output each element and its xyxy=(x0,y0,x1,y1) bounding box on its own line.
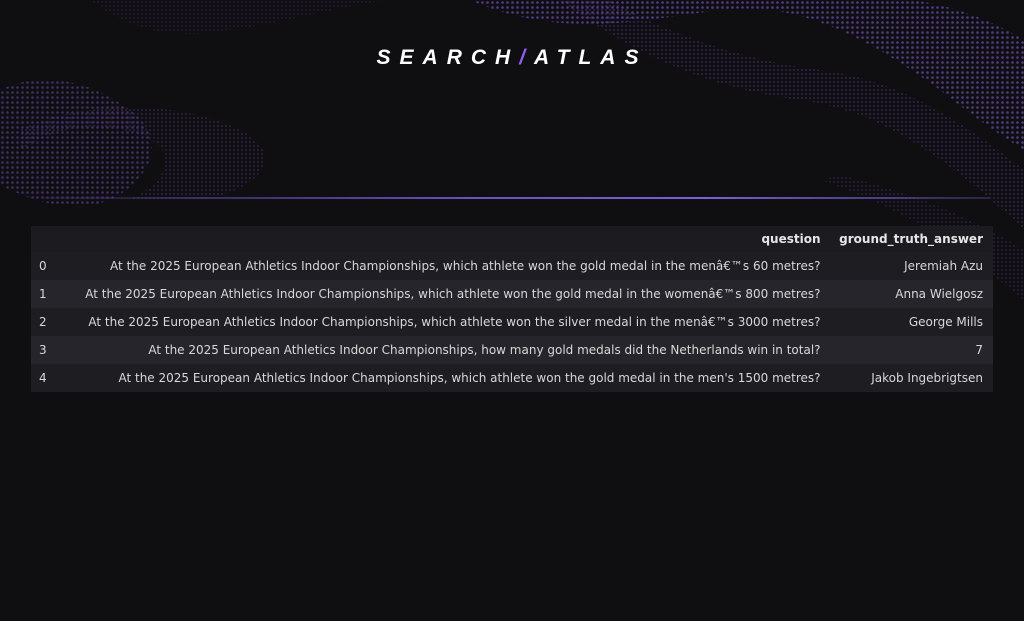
answer-cell: Jeremiah Azu xyxy=(830,252,993,280)
header-divider xyxy=(44,197,989,199)
answer-cell: George Mills xyxy=(830,308,993,336)
row-index: 0 xyxy=(31,252,67,280)
search-atlas-logo: SEARCH/ATLAS xyxy=(0,46,1024,70)
table-row: 4 At the 2025 European Athletics Indoor … xyxy=(31,364,993,392)
table-row: 1 At the 2025 European Athletics Indoor … xyxy=(31,280,993,308)
question-cell: At the 2025 European Athletics Indoor Ch… xyxy=(67,280,831,308)
row-index: 1 xyxy=(31,280,67,308)
table-row: 3 At the 2025 European Athletics Indoor … xyxy=(31,336,993,364)
answer-cell: Jakob Ingebrigtsen xyxy=(830,364,993,392)
row-index: 4 xyxy=(31,364,67,392)
logo-text-right: ATLAS xyxy=(534,46,648,69)
table-row: 2 At the 2025 European Athletics Indoor … xyxy=(31,308,993,336)
table-header-row: question ground_truth_answer xyxy=(31,226,993,252)
question-cell: At the 2025 European Athletics Indoor Ch… xyxy=(67,336,831,364)
row-index: 2 xyxy=(31,308,67,336)
column-header-index xyxy=(31,226,67,252)
column-header-question: question xyxy=(67,226,831,252)
question-cell: At the 2025 European Athletics Indoor Ch… xyxy=(67,308,831,336)
question-cell: At the 2025 European Athletics Indoor Ch… xyxy=(67,252,831,280)
answer-cell: Anna Wielgosz xyxy=(830,280,993,308)
logo-slash: / xyxy=(519,46,535,69)
dataframe-table: question ground_truth_answer 0 At the 20… xyxy=(31,226,993,392)
answer-cell: 7 xyxy=(830,336,993,364)
question-cell: At the 2025 European Athletics Indoor Ch… xyxy=(67,364,831,392)
table-row: 0 At the 2025 European Athletics Indoor … xyxy=(31,252,993,280)
logo-text-left: SEARCH xyxy=(376,46,520,69)
column-header-ground-truth-answer: ground_truth_answer xyxy=(830,226,993,252)
row-index: 3 xyxy=(31,336,67,364)
